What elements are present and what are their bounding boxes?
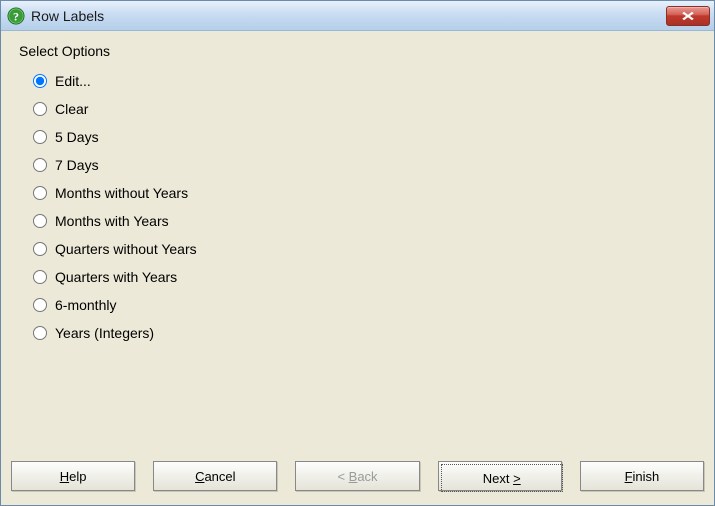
radio-input[interactable]	[33, 186, 47, 200]
next-button[interactable]: Next >	[438, 461, 562, 491]
svg-text:?: ?	[13, 9, 19, 23]
help-icon: ?	[7, 7, 25, 25]
radio-label[interactable]: Quarters with Years	[55, 269, 177, 285]
button-row: Help Cancel < Back Next > Finish	[1, 453, 714, 505]
dialog-content: Select Options Edit... Clear 5 Days 7 Days M…	[1, 31, 714, 453]
radio-label[interactable]: Clear	[55, 101, 88, 117]
radio-label[interactable]: Months without Years	[55, 185, 188, 201]
radio-input[interactable]	[33, 102, 47, 116]
radio-label[interactable]: Months with Years	[55, 213, 169, 229]
button-label: Help	[60, 469, 87, 484]
radio-option[interactable]: Quarters with Years	[33, 263, 696, 291]
close-button[interactable]	[666, 6, 710, 26]
radio-option[interactable]: Quarters without Years	[33, 235, 696, 263]
radio-input[interactable]	[33, 158, 47, 172]
radio-option[interactable]: Clear	[33, 95, 696, 123]
radio-option[interactable]: 5 Days	[33, 123, 696, 151]
radio-input[interactable]	[33, 130, 47, 144]
cancel-button[interactable]: Cancel	[153, 461, 277, 491]
radio-input[interactable]	[33, 74, 47, 88]
button-label: Finish	[625, 469, 660, 484]
radio-label[interactable]: Edit...	[55, 73, 91, 89]
radio-option[interactable]: Edit...	[33, 67, 696, 95]
section-label: Select Options	[19, 43, 696, 59]
back-button: < Back	[295, 461, 419, 491]
finish-button[interactable]: Finish	[580, 461, 704, 491]
radio-option[interactable]: 7 Days	[33, 151, 696, 179]
close-icon	[681, 11, 695, 21]
radio-group: Edit... Clear 5 Days 7 Days Months without Y…	[19, 67, 696, 347]
dialog-window: ? Row Labels Select Options Edit... Clear…	[0, 0, 715, 506]
radio-option[interactable]: Months with Years	[33, 207, 696, 235]
radio-option[interactable]: Years (Integers)	[33, 319, 696, 347]
button-label: < Back	[337, 469, 377, 484]
button-label: Cancel	[195, 469, 235, 484]
radio-label[interactable]: Quarters without Years	[55, 241, 197, 257]
radio-option[interactable]: 6-monthly	[33, 291, 696, 319]
radio-label[interactable]: 6-monthly	[55, 297, 116, 313]
radio-label[interactable]: Years (Integers)	[55, 325, 154, 341]
radio-label[interactable]: 7 Days	[55, 157, 99, 173]
help-button[interactable]: Help	[11, 461, 135, 491]
radio-input[interactable]	[33, 298, 47, 312]
titlebar: ? Row Labels	[1, 1, 714, 31]
button-label: Next >	[483, 471, 521, 486]
radio-input[interactable]	[33, 326, 47, 340]
radio-input[interactable]	[33, 270, 47, 284]
radio-input[interactable]	[33, 214, 47, 228]
radio-input[interactable]	[33, 242, 47, 256]
window-title: Row Labels	[31, 8, 666, 24]
radio-option[interactable]: Months without Years	[33, 179, 696, 207]
radio-label[interactable]: 5 Days	[55, 129, 99, 145]
